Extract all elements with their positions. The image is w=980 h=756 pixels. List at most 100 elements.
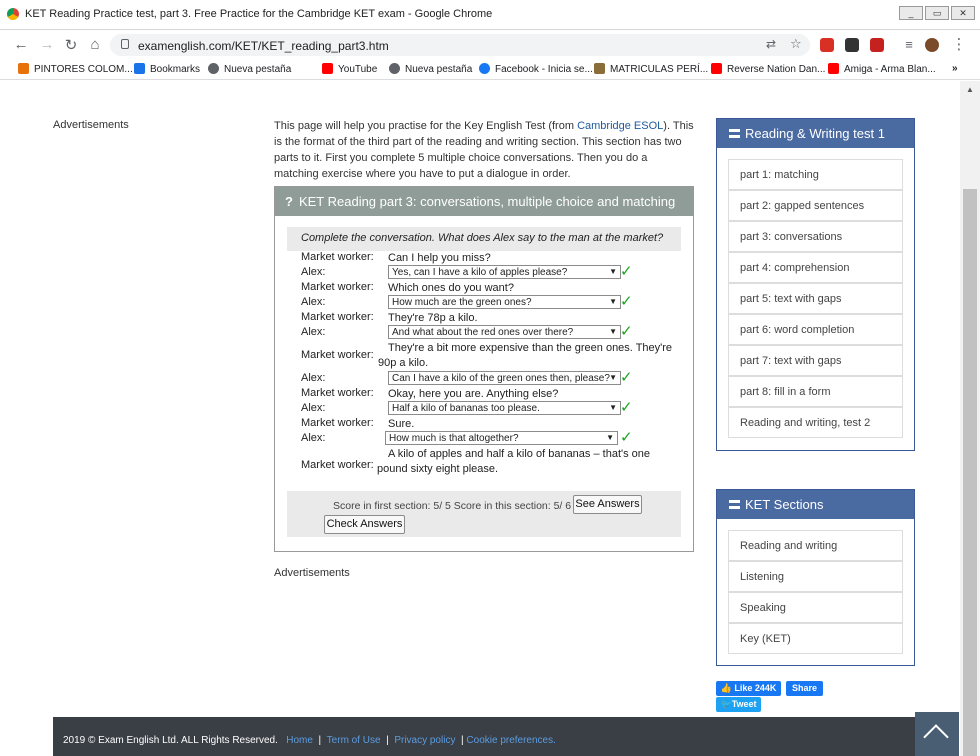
window-titlebar: KET Reading Practice test, part 3. Free … xyxy=(0,0,980,30)
panel-header: ? KET Reading part 3: conversations, mult… xyxy=(275,187,693,216)
youtube-icon xyxy=(322,63,333,74)
sidebar-item-part4[interactable]: part 4: comprehension xyxy=(728,252,903,283)
footer-link-privacy[interactable]: Privacy policy xyxy=(394,735,455,746)
minimize-button[interactable]: _ xyxy=(899,6,923,20)
sidebar-item-part8[interactable]: part 8: fill in a form xyxy=(728,376,903,407)
dialogue-line: Alex: xyxy=(301,432,326,444)
scroll-to-top-button[interactable] xyxy=(915,712,959,756)
sidebar-item-reading-writing[interactable]: Reading and writing xyxy=(728,530,903,561)
advertisements-label: Advertisements xyxy=(53,119,129,131)
answer-select[interactable]: How much is that altogether? ▼ xyxy=(385,431,618,445)
answer-select[interactable]: How much are the green ones? ▼ xyxy=(388,295,621,309)
thumbs-up-icon: 👍 xyxy=(720,683,735,693)
correct-check-icon: ✓ xyxy=(620,429,633,446)
facebook-icon xyxy=(479,63,490,74)
correct-check-icon: ✓ xyxy=(620,323,633,340)
facebook-share-button[interactable]: Share xyxy=(786,681,823,696)
bookmark-star-icon[interactable]: ☆ xyxy=(790,36,802,52)
bookmark-item[interactable]: MATRICULAS PERÍ... xyxy=(594,63,708,75)
answer-select[interactable]: Half a kilo of bananas too please. ▼ xyxy=(388,401,621,415)
close-window-button[interactable]: ✕ xyxy=(951,6,975,20)
answer-select[interactable]: Can I have a kilo of the green ones then… xyxy=(388,371,621,385)
more-bookmarks-icon[interactable]: » xyxy=(952,63,958,74)
dialogue-line: Market worker: xyxy=(301,459,374,471)
answer-select[interactable]: Yes, can I have a kilo of apples please?… xyxy=(388,265,621,279)
footer-link-home[interactable]: Home xyxy=(286,735,313,746)
url-field[interactable]: examenglish.com/KET/KET_reading_part3.ht… xyxy=(110,34,810,56)
cambridge-esol-link[interactable]: Cambridge ESOL xyxy=(577,120,663,132)
advertisements-label: Advertisements xyxy=(274,567,350,579)
check-answers-button[interactable]: Check Answers xyxy=(324,515,405,534)
globe-icon xyxy=(389,63,400,74)
bookmark-item[interactable]: Nueva pestaña xyxy=(389,63,472,75)
dropdown-arrow-icon: ▼ xyxy=(609,297,617,306)
dropdown-arrow-icon: ▼ xyxy=(606,433,614,442)
list-icon xyxy=(729,129,740,138)
exercise-panel: ? KET Reading part 3: conversations, mult… xyxy=(274,186,694,552)
box-header: Reading & Writing test 1 xyxy=(717,119,914,148)
maximize-button[interactable]: ▭ xyxy=(925,6,949,20)
score-text: Score in first section: 5/ 5 Score in th… xyxy=(333,500,572,512)
dialogue-line: Market worker: xyxy=(301,349,374,361)
avatar[interactable] xyxy=(925,38,939,52)
chevron-up-icon xyxy=(923,724,949,750)
extension-icon[interactable] xyxy=(845,38,859,52)
footer-link-cookies[interactable]: Cookie preferences. xyxy=(466,735,556,746)
reading-writing-box: Reading & Writing test 1 part 1: matchin… xyxy=(716,118,915,451)
sidebar-item-listening[interactable]: Listening xyxy=(728,561,903,592)
sidebar-item-part3[interactable]: part 3: conversations xyxy=(728,221,903,252)
sidebar-item-part6[interactable]: part 6: word completion xyxy=(728,314,903,345)
panel-title: KET Reading part 3: conversations, multi… xyxy=(298,194,676,209)
sidebar-item-speaking[interactable]: Speaking xyxy=(728,592,903,623)
youtube-icon xyxy=(828,63,839,74)
sidebar-item-part1[interactable]: part 1: matching xyxy=(728,159,903,190)
reload-icon[interactable]: ↻ xyxy=(62,36,80,54)
market-worker-text: They're a bit more expensive than the gr… xyxy=(378,342,673,369)
star-icon xyxy=(134,63,145,74)
sidebar-item-test2[interactable]: Reading and writing, test 2 xyxy=(728,407,903,438)
correct-check-icon: ✓ xyxy=(620,263,633,280)
dialogue-line: Market worker: xyxy=(301,387,374,399)
bookmark-icon xyxy=(594,63,605,74)
sidebar-item-part5[interactable]: part 5: text with gaps xyxy=(728,283,903,314)
bookmark-item[interactable]: Facebook - Inicia se... xyxy=(479,63,593,75)
bookmark-item[interactable]: Nueva pestaña xyxy=(208,63,291,75)
sidebar-item-part2[interactable]: part 2: gapped sentences xyxy=(728,190,903,221)
bookmark-item[interactable]: Amiga - Arma Blan... xyxy=(828,63,936,75)
extension-icon[interactable] xyxy=(870,38,884,52)
translate-icon[interactable]: ⇄ xyxy=(766,37,776,51)
bookmark-item[interactable]: PINTORES COLOM... xyxy=(18,63,133,75)
correct-check-icon: ✓ xyxy=(620,293,633,310)
question-icon: ? xyxy=(285,194,293,209)
window-title: KET Reading Practice test, part 3. Free … xyxy=(25,8,493,20)
bookmarks-bar: PINTORES COLOM... Bookmarks Nueva pestañ… xyxy=(0,60,980,80)
dialogue-line: Market worker: xyxy=(301,281,374,293)
scroll-up-icon[interactable]: ▲ xyxy=(966,85,974,94)
dialogue-line: Alex: xyxy=(301,296,326,308)
chrome-logo-icon xyxy=(7,8,19,20)
scrollbar[interactable]: ▲ xyxy=(960,81,980,756)
answer-select[interactable]: And what about the red ones over there? ▼ xyxy=(388,325,621,339)
scrollbar-thumb[interactable] xyxy=(963,189,977,756)
reading-list-icon[interactable]: ≡ xyxy=(900,37,918,52)
extension-icon[interactable] xyxy=(820,38,834,52)
bookmark-item[interactable]: Bookmarks xyxy=(134,63,200,75)
globe-icon xyxy=(208,63,219,74)
home-icon[interactable]: ⌂ xyxy=(86,36,104,53)
bookmark-item[interactable]: Reverse Nation Dan... xyxy=(711,63,825,75)
facebook-like-button[interactable]: 👍 Like 244K xyxy=(716,681,781,696)
back-icon[interactable]: ← xyxy=(12,36,30,53)
bookmark-item[interactable]: YouTube xyxy=(322,63,377,75)
tweet-button[interactable]: 🐦Tweet xyxy=(716,697,761,712)
dialogue-line: Alex: xyxy=(301,326,326,338)
forward-icon[interactable]: → xyxy=(38,36,56,53)
menu-icon[interactable]: ⋮ xyxy=(950,35,968,53)
footer: 2019 © Exam English Ltd. ALL Rights Rese… xyxy=(53,717,915,756)
dialogue-line: Market worker: xyxy=(301,417,374,429)
sidebar-item-part7[interactable]: part 7: text with gaps xyxy=(728,345,903,376)
ket-sections-box: KET Sections Reading and writing Listeni… xyxy=(716,489,915,666)
see-answers-button[interactable]: See Answers xyxy=(573,495,642,514)
market-worker-text: A kilo of apples and half a kilo of bana… xyxy=(377,448,651,475)
footer-link-terms[interactable]: Term of Use xyxy=(327,735,381,746)
sidebar-item-key[interactable]: Key (KET) xyxy=(728,623,903,654)
